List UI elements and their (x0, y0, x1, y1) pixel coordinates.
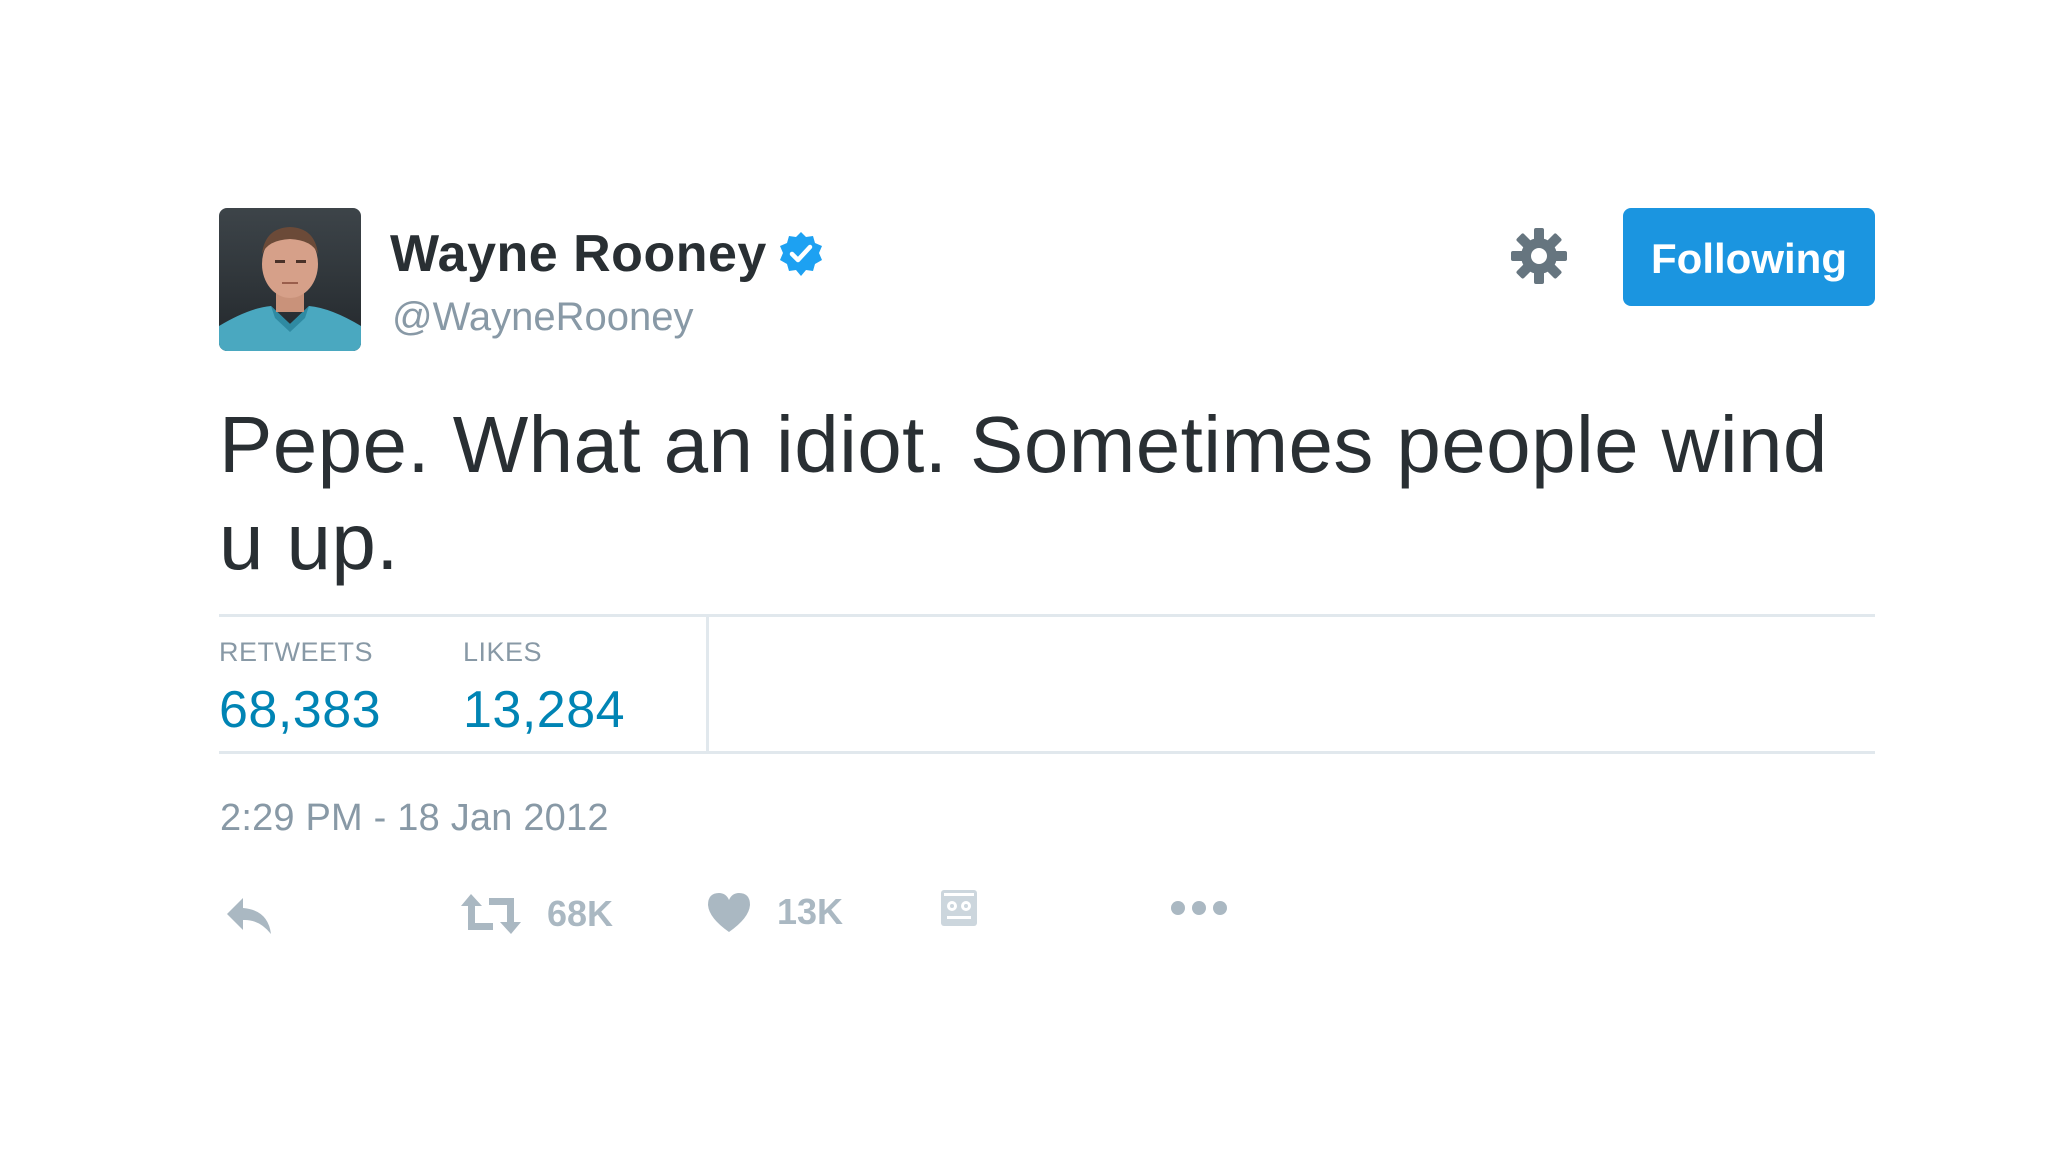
analytics-icon (941, 890, 977, 926)
more-button[interactable] (1169, 898, 1229, 918)
tweet-card: Wayne Rooney @WayneRooney Following Pepe… (219, 208, 1875, 934)
gear-icon[interactable] (1509, 226, 1569, 286)
retweet-icon (461, 894, 521, 934)
avatar-image (219, 208, 361, 351)
tweet-timestamp[interactable]: 2:29 PM - 18 Jan 2012 (220, 797, 609, 840)
retweets-label: RETWEETS (219, 637, 374, 667)
like-button[interactable]: 13K (705, 890, 843, 934)
user-handle[interactable]: @WayneRooney (392, 295, 693, 340)
display-name[interactable]: Wayne Rooney (390, 224, 767, 284)
retweets-value: 68,383 (219, 681, 382, 739)
heart-icon (708, 893, 750, 932)
name-row: Wayne Rooney (390, 224, 825, 284)
more-dots-icon (1171, 901, 1227, 915)
likes-stat[interactable]: LIKES 13,284 (463, 637, 625, 740)
retweet-count: 68K (547, 893, 614, 934)
reply-button[interactable] (223, 894, 275, 938)
tweet-text: Pepe. What an idiot. Sometimes people wi… (219, 400, 1828, 586)
likes-value: 13,284 (463, 681, 626, 739)
tweet-header: Wayne Rooney @WayneRooney Following (219, 208, 1875, 352)
avatar[interactable] (219, 208, 361, 351)
retweet-button[interactable]: 68K (459, 890, 613, 938)
likes-label: LIKES (463, 637, 543, 667)
like-count: 13K (777, 891, 844, 932)
tweet-actions: 68K 13K (219, 890, 1227, 950)
verified-badge-icon (779, 232, 822, 276)
stats-divider (706, 617, 709, 751)
reply-icon (227, 898, 271, 934)
retweets-stat[interactable]: RETWEETS 68,383 (219, 637, 381, 740)
analytics-button[interactable] (939, 886, 979, 930)
tweet-stats: RETWEETS 68,383 LIKES 13,284 (219, 614, 1875, 754)
following-button[interactable]: Following (1623, 208, 1875, 306)
